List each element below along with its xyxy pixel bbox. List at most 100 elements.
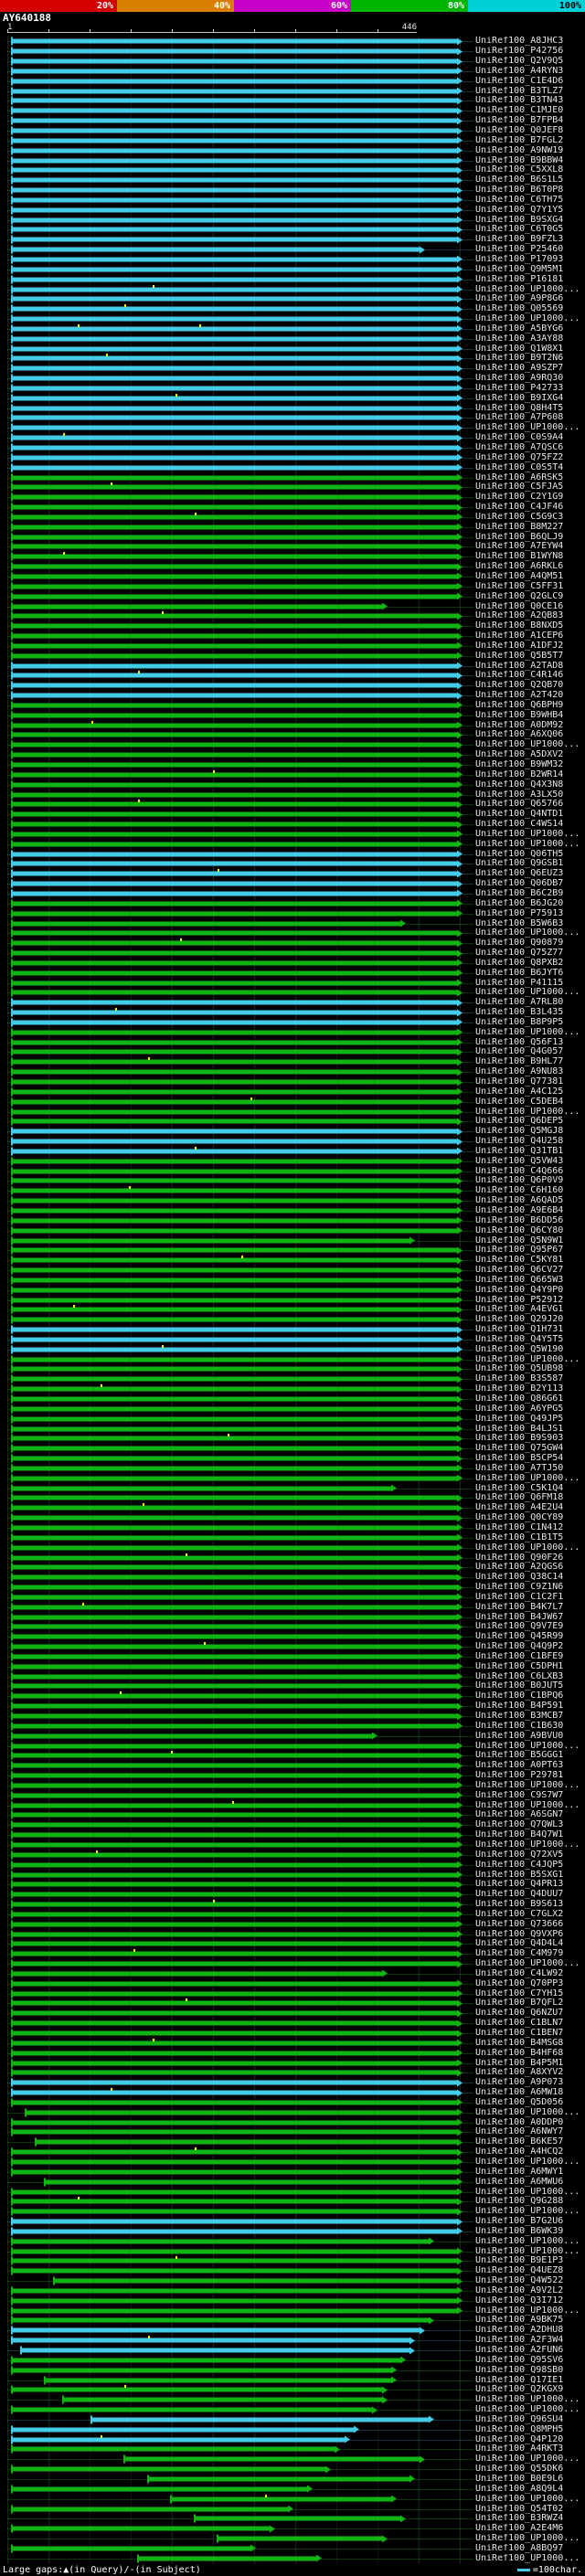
hit-label[interactable]: UniRef100_A9RQ30 bbox=[475, 374, 585, 383]
hit-label[interactable]: UniRef100_B3TN43 bbox=[475, 96, 585, 105]
hit-bar[interactable] bbox=[11, 671, 457, 680]
hit-bar[interactable] bbox=[11, 2485, 307, 2494]
hit-label[interactable]: UniRef100_A4HCQ2 bbox=[475, 2147, 585, 2157]
hit-label[interactable]: UniRef100_C7YH15 bbox=[475, 1989, 585, 1998]
hit-label[interactable]: UniRef100_Q0JEF8 bbox=[475, 126, 585, 135]
hit-label[interactable]: UniRef100_UP1000... bbox=[475, 285, 585, 294]
hit-label[interactable]: UniRef100_Q9M5M1 bbox=[475, 265, 585, 274]
hit-label[interactable]: UniRef100_A6RSK5 bbox=[475, 473, 585, 482]
hit-bar[interactable] bbox=[11, 2118, 457, 2127]
hit-label[interactable]: UniRef100_A6RKL6 bbox=[475, 562, 585, 571]
hit-bar[interactable] bbox=[11, 602, 382, 611]
hit-bar[interactable] bbox=[11, 1474, 457, 1483]
hit-label[interactable]: UniRef100_Q5W190 bbox=[475, 1345, 585, 1354]
hit-label[interactable]: UniRef100_A2QGS6 bbox=[475, 1563, 585, 1572]
hit-bar[interactable] bbox=[11, 2088, 457, 2097]
hit-label[interactable]: UniRef100_UP1000... bbox=[475, 1028, 585, 1037]
hit-label[interactable]: UniRef100_A2T420 bbox=[475, 691, 585, 700]
hit-label[interactable]: UniRef100_B4LJS1 bbox=[475, 1425, 585, 1434]
hit-bar[interactable] bbox=[11, 1722, 457, 1731]
hit-bar[interactable] bbox=[11, 988, 457, 997]
hit-label[interactable]: UniRef100_Q95SV6 bbox=[475, 2356, 585, 2365]
hit-bar[interactable] bbox=[11, 1108, 457, 1117]
hit-bar[interactable] bbox=[34, 2137, 457, 2147]
hit-label[interactable]: UniRef100_Q5MGJ8 bbox=[475, 1127, 585, 1136]
hit-bar[interactable] bbox=[11, 57, 457, 66]
hit-label[interactable]: UniRef100_UP1000... bbox=[475, 1474, 585, 1483]
hit-label[interactable]: UniRef100_Q77381 bbox=[475, 1077, 585, 1087]
hit-label[interactable]: UniRef100_Q2V9Q5 bbox=[475, 57, 585, 66]
hit-label[interactable]: UniRef100_C1BPQ6 bbox=[475, 1691, 585, 1701]
hit-label[interactable]: UniRef100_Q6CY80 bbox=[475, 1226, 585, 1235]
hit-label[interactable]: UniRef100_Q9VXP6 bbox=[475, 1930, 585, 1939]
hit-bar[interactable] bbox=[11, 969, 457, 978]
hit-bar[interactable] bbox=[11, 850, 457, 859]
hit-bar[interactable] bbox=[53, 2276, 457, 2285]
hit-bar[interactable] bbox=[11, 345, 457, 354]
hit-bar[interactable] bbox=[11, 1583, 457, 1592]
hit-bar[interactable] bbox=[11, 294, 457, 303]
hit-label[interactable]: UniRef100_A6MWU6 bbox=[475, 2178, 585, 2187]
hit-label[interactable]: UniRef100_A7P608 bbox=[475, 413, 585, 422]
hit-label[interactable]: UniRef100_Q6BPH9 bbox=[475, 701, 585, 710]
hit-label[interactable]: UniRef100_B6KE57 bbox=[475, 2137, 585, 2147]
hit-bar[interactable] bbox=[11, 2197, 457, 2206]
hit-bar[interactable] bbox=[11, 1127, 457, 1136]
hit-label[interactable]: UniRef100_C6T0G5 bbox=[475, 225, 585, 234]
hit-bar[interactable] bbox=[11, 681, 457, 690]
hit-label[interactable]: UniRef100_Q0CE16 bbox=[475, 602, 585, 611]
hit-bar[interactable] bbox=[11, 2237, 429, 2246]
hit-label[interactable]: UniRef100_A1CEP6 bbox=[475, 631, 585, 641]
hit-bar[interactable] bbox=[11, 1315, 457, 1324]
hit-label[interactable]: UniRef100_B4P591 bbox=[475, 1701, 585, 1711]
hit-label[interactable]: UniRef100_Q06DB7 bbox=[475, 879, 585, 888]
hit-bar[interactable] bbox=[11, 334, 457, 344]
hit-label[interactable]: UniRef100_Q4NTD1 bbox=[475, 810, 585, 819]
hit-bar[interactable] bbox=[11, 2078, 457, 2087]
hit-bar[interactable] bbox=[11, 1087, 457, 1097]
hit-bar[interactable] bbox=[11, 979, 457, 988]
hit-label[interactable]: UniRef100_Q8PXB2 bbox=[475, 959, 585, 968]
hit-label[interactable]: UniRef100_B8NXD5 bbox=[475, 621, 585, 631]
hit-bar[interactable] bbox=[11, 1047, 457, 1056]
hit-bar[interactable] bbox=[11, 1573, 457, 1582]
hit-bar[interactable] bbox=[11, 1959, 457, 1968]
hit-bar[interactable] bbox=[11, 1860, 457, 1870]
hit-label[interactable]: UniRef100_C1E4D6 bbox=[475, 77, 585, 86]
hit-bar[interactable] bbox=[11, 1820, 457, 1829]
hit-label[interactable]: UniRef100_A5DXV2 bbox=[475, 750, 585, 759]
hit-label[interactable]: UniRef100_Q5N9W1 bbox=[475, 1236, 585, 1246]
hit-bar[interactable] bbox=[11, 1742, 457, 1751]
hit-label[interactable]: UniRef100_UP1000... bbox=[475, 2554, 585, 2563]
hit-bar[interactable] bbox=[11, 1493, 457, 1502]
hit-bar[interactable] bbox=[11, 96, 457, 105]
hit-label[interactable]: UniRef100_B9WM32 bbox=[475, 760, 585, 769]
hit-bar[interactable] bbox=[11, 1920, 457, 1929]
hit-label[interactable]: UniRef100_C9Z1N6 bbox=[475, 1583, 585, 1592]
hit-label[interactable]: UniRef100_B3S587 bbox=[475, 1374, 585, 1383]
hit-bar[interactable] bbox=[11, 840, 457, 849]
hit-label[interactable]: UniRef100_B5SXG1 bbox=[475, 1871, 585, 1880]
hit-label[interactable]: UniRef100_B1WYN8 bbox=[475, 552, 585, 561]
hit-bar[interactable] bbox=[11, 2049, 457, 2058]
hit-label[interactable]: UniRef100_B9HL77 bbox=[475, 1057, 585, 1066]
hit-label[interactable]: UniRef100_Q5VW43 bbox=[475, 1157, 585, 1166]
hit-label[interactable]: UniRef100_Q5D056 bbox=[475, 2098, 585, 2107]
hit-label[interactable]: UniRef100_A9BK75 bbox=[475, 2316, 585, 2325]
hit-label[interactable]: UniRef100_C1MJE0 bbox=[475, 106, 585, 115]
hit-label[interactable]: UniRef100_C4JQP5 bbox=[475, 1860, 585, 1870]
hit-label[interactable]: UniRef100_C0S9A4 bbox=[475, 433, 585, 442]
hit-label[interactable]: UniRef100_Q5B5T7 bbox=[475, 652, 585, 661]
hit-bar[interactable] bbox=[11, 2039, 457, 2048]
hit-bar[interactable] bbox=[11, 1791, 457, 1800]
hit-bar[interactable] bbox=[11, 2524, 270, 2533]
hit-label[interactable]: UniRef100_C1BFE9 bbox=[475, 1652, 585, 1661]
hit-label[interactable]: UniRef100_B9T2N6 bbox=[475, 354, 585, 363]
hit-label[interactable]: UniRef100_Q3I712 bbox=[475, 2296, 585, 2306]
hit-bar[interactable] bbox=[11, 116, 457, 125]
hit-label[interactable]: UniRef100_A4C125 bbox=[475, 1087, 585, 1097]
hit-bar[interactable] bbox=[11, 1117, 457, 1126]
hit-bar[interactable] bbox=[11, 949, 457, 958]
hit-bar[interactable] bbox=[11, 1335, 457, 1344]
hit-label[interactable]: UniRef100_Q06TH5 bbox=[475, 850, 585, 859]
